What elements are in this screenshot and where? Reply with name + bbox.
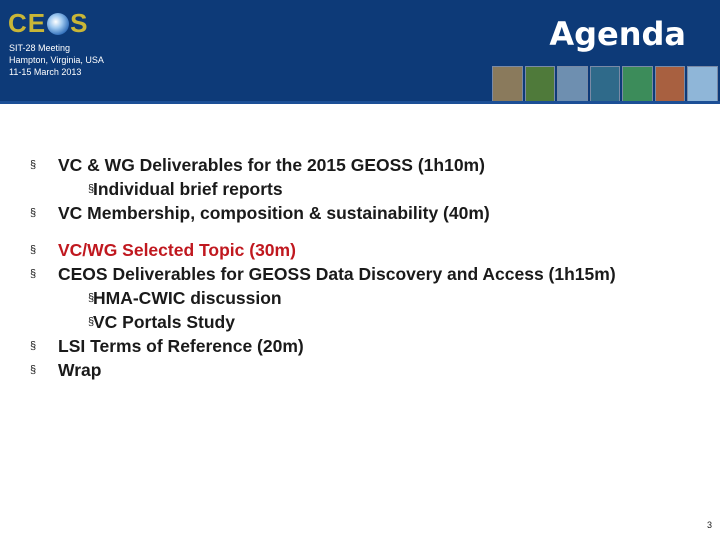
agenda-subitem: § HMA-CWIC discussion	[30, 286, 710, 310]
agenda-item-text-highlighted: VC/WG Selected Topic (30m)	[58, 240, 296, 260]
agenda-subitem: § VC Portals Study	[30, 310, 710, 334]
agenda-subitem-text: VC Portals Study	[93, 312, 235, 332]
agenda-item: § VC & WG Deliverables for the 2015 GEOS…	[30, 153, 710, 177]
agenda-subitem-text: HMA-CWIC discussion	[93, 288, 282, 308]
meeting-info: SIT-28 Meeting Hampton, Virginia, USA 11…	[9, 42, 104, 78]
agenda-item-text: CEOS Deliverables for GEOSS Data Discove…	[58, 264, 616, 284]
thumbnail-image	[557, 66, 588, 102]
agenda-item-text: LSI Terms of Reference (20m)	[58, 336, 304, 356]
page-number: 3	[706, 520, 712, 530]
bullet-icon: §	[30, 207, 37, 219]
agenda-item-text: VC & WG Deliverables for the 2015 GEOSS …	[58, 155, 485, 175]
thumbnail-image	[654, 66, 686, 102]
thumbnail-image	[687, 66, 719, 102]
agenda-item-text: Wrap	[58, 360, 102, 380]
slide-title: Agenda	[549, 15, 686, 53]
globe-icon	[47, 13, 70, 35]
agenda-item: § VC Membership, composition & sustainab…	[30, 201, 710, 225]
thumbnail-image	[589, 66, 621, 102]
agenda-subitem: § Individual brief reports	[30, 177, 710, 201]
meeting-name: SIT-28 Meeting	[9, 43, 71, 53]
bullet-icon: §	[30, 268, 37, 280]
meeting-dates: 11-15 March 2013	[9, 67, 82, 77]
agenda-subitem-text: Individual brief reports	[93, 179, 283, 199]
agenda-item: § Wrap	[30, 358, 710, 382]
bullet-icon: §	[30, 244, 37, 256]
slide-header: CE S SIT-28 Meeting Hampton, Virginia, US…	[0, 0, 720, 104]
thumbnail-image	[622, 66, 653, 102]
bullet-icon: §	[30, 340, 37, 352]
thumbnail-image	[524, 66, 556, 102]
agenda-item: § CEOS Deliverables for GEOSS Data Disco…	[30, 262, 710, 286]
agenda-item: § VC/WG Selected Topic (30m)	[30, 238, 710, 262]
thumbnail-image	[492, 66, 523, 102]
agenda-item: § LSI Terms of Reference (20m)	[30, 334, 710, 358]
agenda-item-text: VC Membership, composition & sustainabil…	[58, 203, 490, 223]
header-divider	[0, 101, 720, 104]
bullet-icon: §	[30, 159, 37, 171]
bullet-icon: §	[30, 364, 37, 376]
ceos-logo: CE S	[8, 8, 89, 38]
agenda-list: § VC & WG Deliverables for the 2015 GEOS…	[30, 153, 710, 382]
meeting-location: Hampton, Virginia, USA	[9, 55, 104, 65]
earth-observation-thumbnails	[492, 66, 719, 102]
